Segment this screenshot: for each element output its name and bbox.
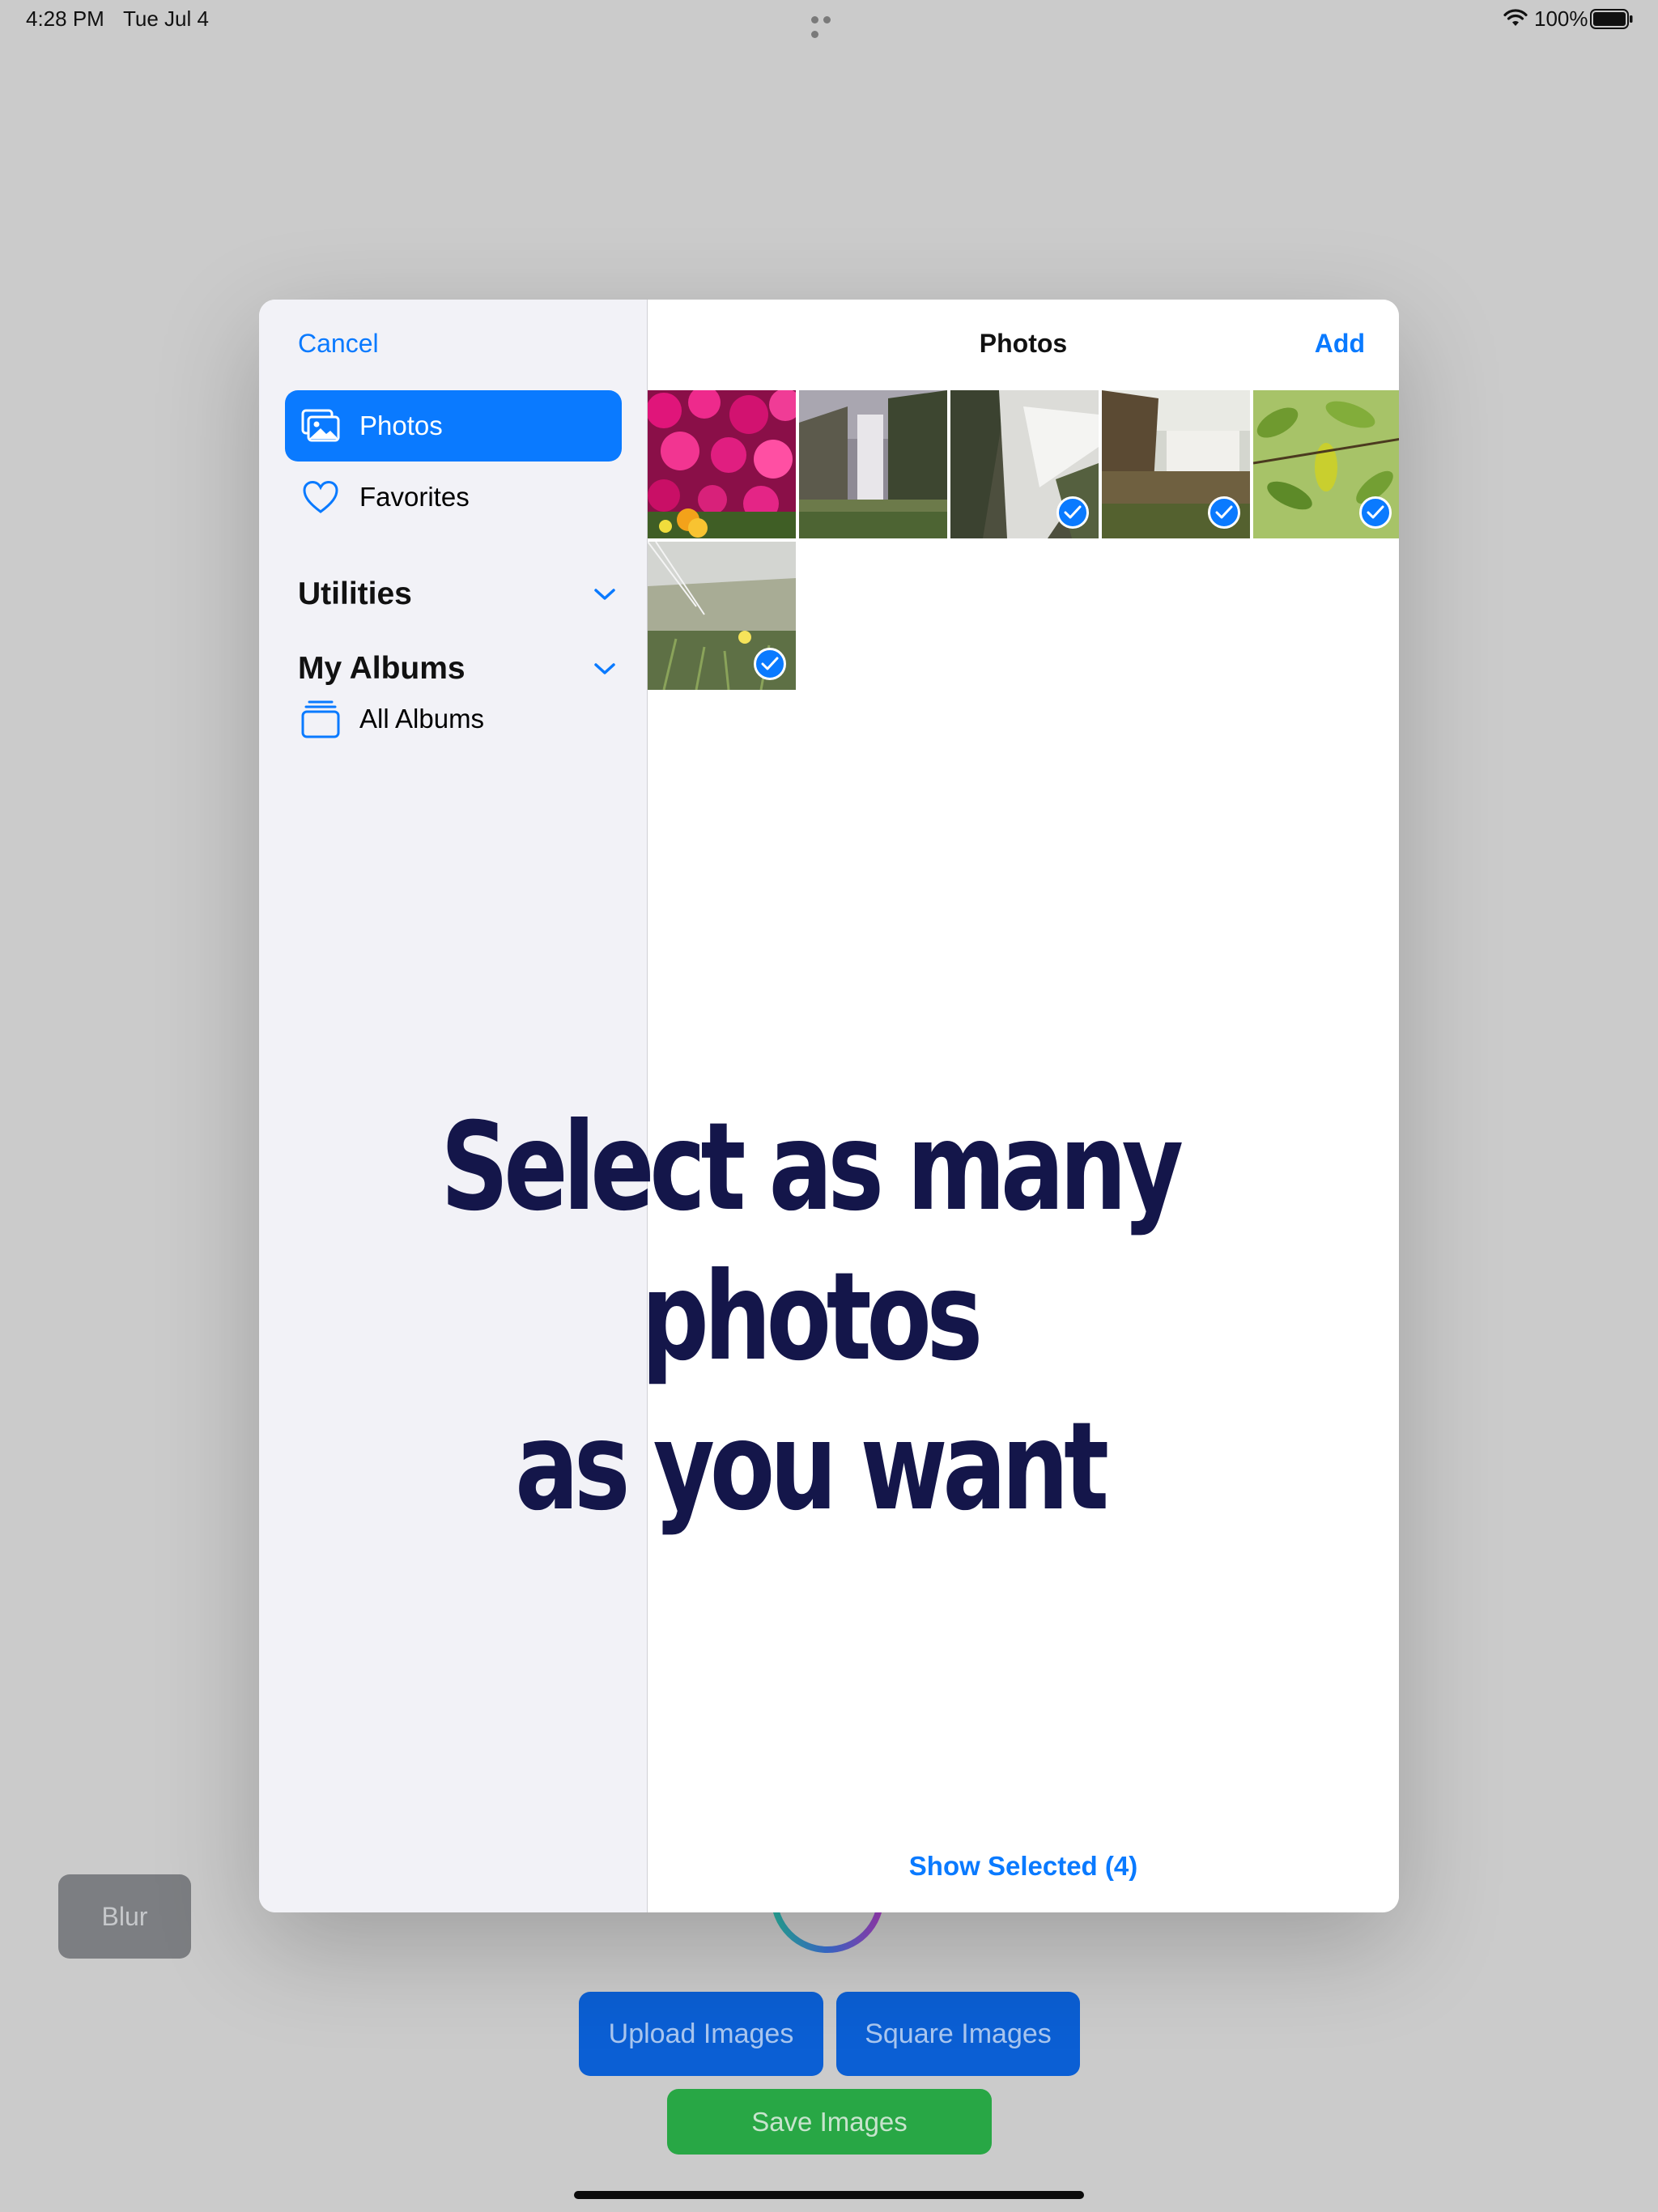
blur-button[interactable]: Blur — [58, 1874, 191, 1959]
heart-icon — [300, 478, 342, 517]
section-utilities[interactable]: Utilities — [298, 570, 622, 619]
checkmark-icon — [1056, 496, 1089, 529]
status-date: Tue Jul 4 — [123, 6, 209, 31]
sidebar-item-label: All Albums — [359, 704, 485, 734]
caption-line-2: as you want — [515, 1397, 1109, 1538]
checkmark-icon — [1208, 496, 1240, 529]
cancel-button[interactable]: Cancel — [298, 329, 379, 359]
sidebar-item-label: Favorites — [359, 482, 470, 512]
sidebar-item-label: Photos — [359, 410, 443, 440]
photo-thumbnail[interactable] — [648, 542, 796, 690]
show-selected-button[interactable]: Show Selected (4) — [648, 1851, 1399, 1882]
square-images-button[interactable]: Square Images — [836, 1992, 1080, 2076]
promo-caption: Select as many photos as you want — [368, 1093, 1252, 1542]
checkmark-icon — [1359, 496, 1392, 529]
photo-image — [799, 390, 947, 538]
photo-thumbnail[interactable] — [950, 390, 1099, 538]
sidebar-item-photos[interactable]: Photos — [285, 390, 622, 462]
save-images-button[interactable]: Save Images — [667, 2089, 992, 2155]
section-label: My Albums — [298, 651, 466, 686]
battery-icon — [1590, 9, 1633, 29]
checkmark-icon — [754, 648, 786, 680]
photo-thumbnail[interactable] — [648, 390, 796, 538]
page-title: Photos — [979, 329, 1068, 358]
sidebar-item-all-albums[interactable]: All Albums — [285, 683, 622, 755]
sidebar-item-favorites[interactable]: Favorites — [285, 462, 622, 533]
chevron-down-icon — [594, 589, 615, 600]
status-time: 4:28 PM — [26, 6, 104, 31]
wifi-icon — [1503, 9, 1528, 26]
section-label: Utilities — [298, 576, 412, 611]
albums-stack-icon — [300, 700, 342, 738]
home-indicator[interactable] — [574, 2191, 1084, 2199]
photos-icon — [300, 406, 342, 445]
photo-image — [648, 390, 796, 538]
battery-percentage: 100% — [1534, 6, 1588, 31]
add-button[interactable]: Add — [1315, 329, 1365, 359]
photo-thumbnail[interactable] — [1253, 390, 1399, 538]
chevron-down-icon — [594, 663, 615, 674]
photo-thumbnail[interactable] — [1102, 390, 1250, 538]
photo-thumbnail[interactable] — [799, 390, 947, 538]
multitasking-dots-icon[interactable] — [811, 13, 847, 38]
caption-line-1: Select as many photos — [440, 1097, 1184, 1388]
upload-images-button[interactable]: Upload Images — [579, 1992, 823, 2076]
